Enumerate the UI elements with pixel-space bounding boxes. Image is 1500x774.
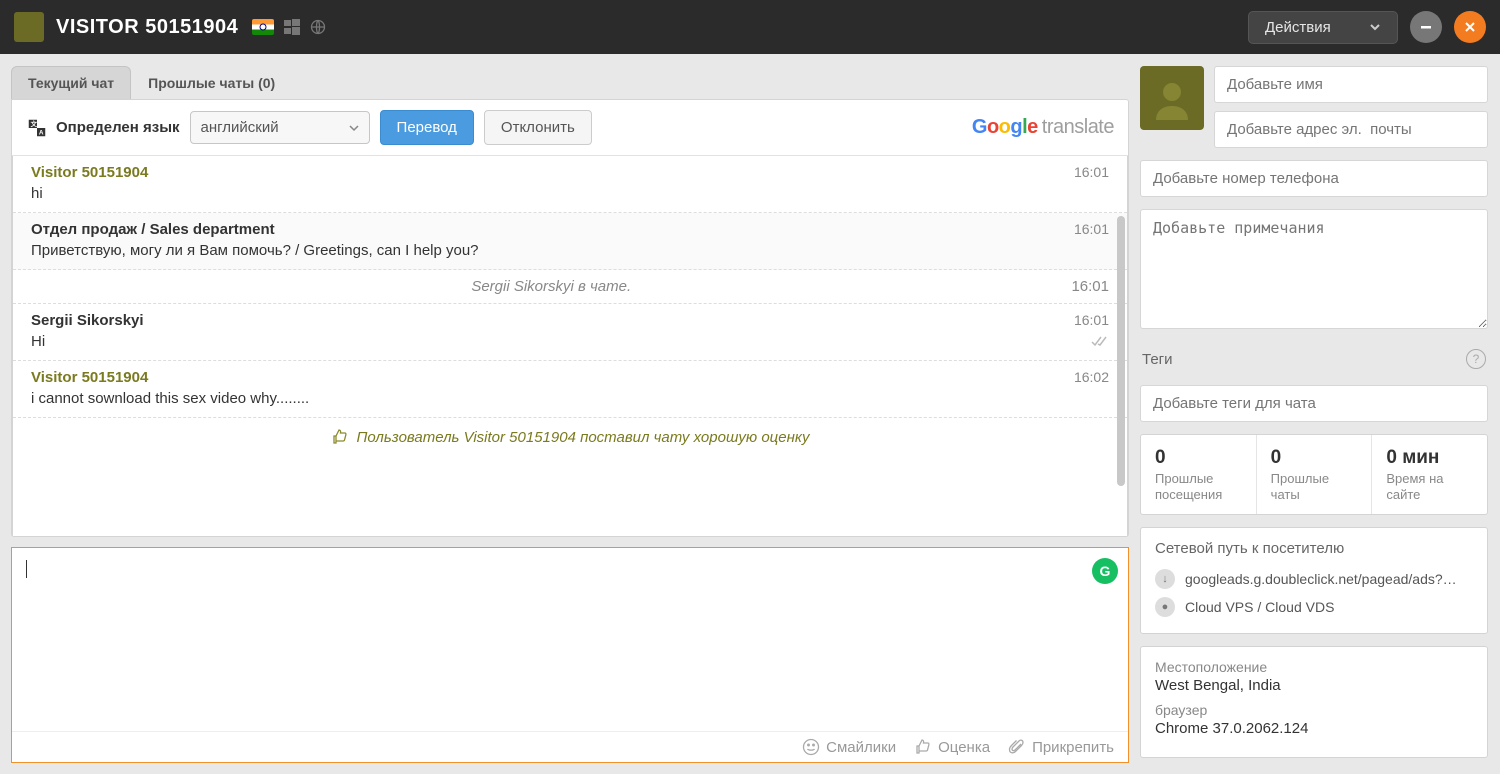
path-bullet-icon: ● — [1155, 597, 1175, 617]
chat-rating-line: Пользователь Visitor 50151904 поставил ч… — [13, 418, 1127, 456]
chat-message: Отдел продаж / Sales department 16:01 Прив… — [13, 213, 1127, 270]
translate-bar: 文A Определен язык английский Перевод Отк… — [12, 100, 1128, 156]
delivered-icon — [1091, 336, 1109, 348]
scrollbar[interactable] — [1117, 216, 1125, 486]
message-body: hi — [31, 185, 43, 202]
message-body: i cannot sownload this sex video why....… — [31, 390, 309, 407]
actions-dropdown[interactable]: Действия — [1248, 11, 1398, 44]
windows-icon — [284, 19, 300, 35]
chat-message: Visitor 50151904 16:02 i cannot sownload t… — [13, 361, 1127, 418]
rate-tool[interactable]: Оценка — [914, 738, 990, 756]
language-select[interactable]: английский — [190, 111, 370, 144]
visitor-stats: 0 Прошлые посещения 0 Прошлые чаты 0 мин… — [1140, 434, 1488, 515]
paperclip-icon — [1008, 738, 1026, 756]
visitor-info-panel: Местоположение West Bengal, India браузе… — [1140, 646, 1488, 758]
message-author: Sergii Sikorskyi — [31, 312, 144, 329]
detected-language-label: 文A Определен язык — [26, 117, 180, 139]
visitor-avatar-large — [1140, 66, 1204, 130]
visitor-title: VISITOR 50151904 — [56, 16, 238, 39]
emoji-icon — [802, 738, 820, 756]
network-path-item[interactable]: ●Cloud VPS / Cloud VDS — [1155, 593, 1473, 621]
chevron-down-icon — [1369, 21, 1381, 33]
name-field[interactable] — [1214, 66, 1488, 103]
message-time: 16:02 — [1074, 369, 1109, 385]
network-path-panel: Сетевой путь к посетителю ↓googleads.g.d… — [1140, 527, 1488, 634]
message-time: 16:01 — [1074, 221, 1109, 237]
svg-text:文: 文 — [31, 119, 38, 128]
tab-current-chat[interactable]: Текущий чат — [11, 66, 131, 99]
network-path-title: Сетевой путь к посетителю — [1155, 540, 1473, 557]
message-input-card: G Смайлики Оценка — [11, 547, 1129, 763]
path-bullet-icon: ↓ — [1155, 569, 1175, 589]
translate-icon: 文A — [26, 117, 48, 139]
svg-text:A: A — [39, 129, 44, 136]
tags-field[interactable] — [1140, 385, 1488, 422]
message-time: 16:01 — [1074, 164, 1109, 180]
emoji-tool[interactable]: Смайлики — [802, 738, 896, 756]
visitor-meta-icons — [252, 19, 326, 35]
stat-time-on-site: 0 мин Время на сайте — [1371, 435, 1487, 514]
location-value: West Bengal, India — [1155, 677, 1473, 694]
tab-past-chats[interactable]: Прошлые чаты (0) — [131, 66, 292, 99]
message-author: Visitor 50151904 — [31, 369, 148, 386]
tags-header: Теги ? — [1140, 345, 1488, 373]
message-body: Hi — [31, 333, 45, 350]
message-body: Приветствую, могу ли я Вам помочь? / Gre… — [31, 242, 479, 259]
india-flag-icon — [252, 19, 274, 35]
thumbs-up-icon — [331, 428, 349, 446]
translate-button[interactable]: Перевод — [380, 110, 474, 145]
message-author: Отдел продаж / Sales department — [31, 221, 275, 238]
attach-tool[interactable]: Прикрепить — [1008, 738, 1114, 756]
notes-field[interactable] — [1140, 209, 1488, 329]
stat-past-chats: 0 Прошлые чаты — [1256, 435, 1372, 514]
location-label: Местоположение — [1155, 659, 1473, 675]
globe-icon — [310, 19, 326, 35]
help-icon[interactable]: ? — [1466, 349, 1486, 369]
thumbs-up-icon — [914, 738, 932, 756]
chevron-down-icon — [349, 123, 359, 133]
tags-label: Теги — [1142, 351, 1173, 368]
stat-past-visits: 0 Прошлые посещения — [1141, 435, 1256, 514]
system-message: Sergii Sikorskyi в чате.16:01 — [13, 270, 1127, 304]
message-time: 16:01 — [1074, 312, 1109, 328]
browser-value: Chrome 37.0.2062.124 — [1155, 720, 1473, 737]
chat-tabs: Текущий чат Прошлые чаты (0) — [11, 66, 1129, 99]
visitor-profile — [1140, 66, 1488, 148]
phone-field[interactable] — [1140, 160, 1488, 197]
message-input[interactable]: G — [12, 548, 1128, 731]
chat-pane: Текущий чат Прошлые чаты (0) 文A Определе… — [0, 54, 1140, 774]
grammarly-icon[interactable]: G — [1092, 558, 1118, 584]
actions-label: Действия — [1265, 19, 1331, 36]
browser-label: браузер — [1155, 702, 1473, 718]
close-button[interactable] — [1454, 11, 1486, 43]
chat-log[interactable]: Visitor 50151904 16:01 hi Отдел продаж / Sa… — [12, 156, 1128, 536]
email-field[interactable] — [1214, 111, 1488, 148]
google-translate-logo: Googletranslate — [972, 116, 1114, 139]
language-value: английский — [201, 119, 279, 136]
message-author: Visitor 50151904 — [31, 164, 148, 181]
minimize-button[interactable] — [1410, 11, 1442, 43]
chat-message: Visitor 50151904 16:01 hi — [13, 156, 1127, 213]
input-toolbar: Смайлики Оценка Прикрепить — [12, 731, 1128, 762]
visitor-avatar-small — [14, 12, 44, 42]
dismiss-button[interactable]: Отклонить — [484, 110, 592, 145]
top-bar: VISITOR 50151904 Действия — [0, 0, 1500, 54]
network-path-item[interactable]: ↓googleads.g.doubleclick.net/pagead/ads?… — [1155, 565, 1473, 593]
side-pane: Теги ? 0 Прошлые посещения 0 Прошлые чат… — [1140, 54, 1500, 774]
chat-message: Sergii Sikorskyi 16:01 Hi — [13, 304, 1127, 361]
